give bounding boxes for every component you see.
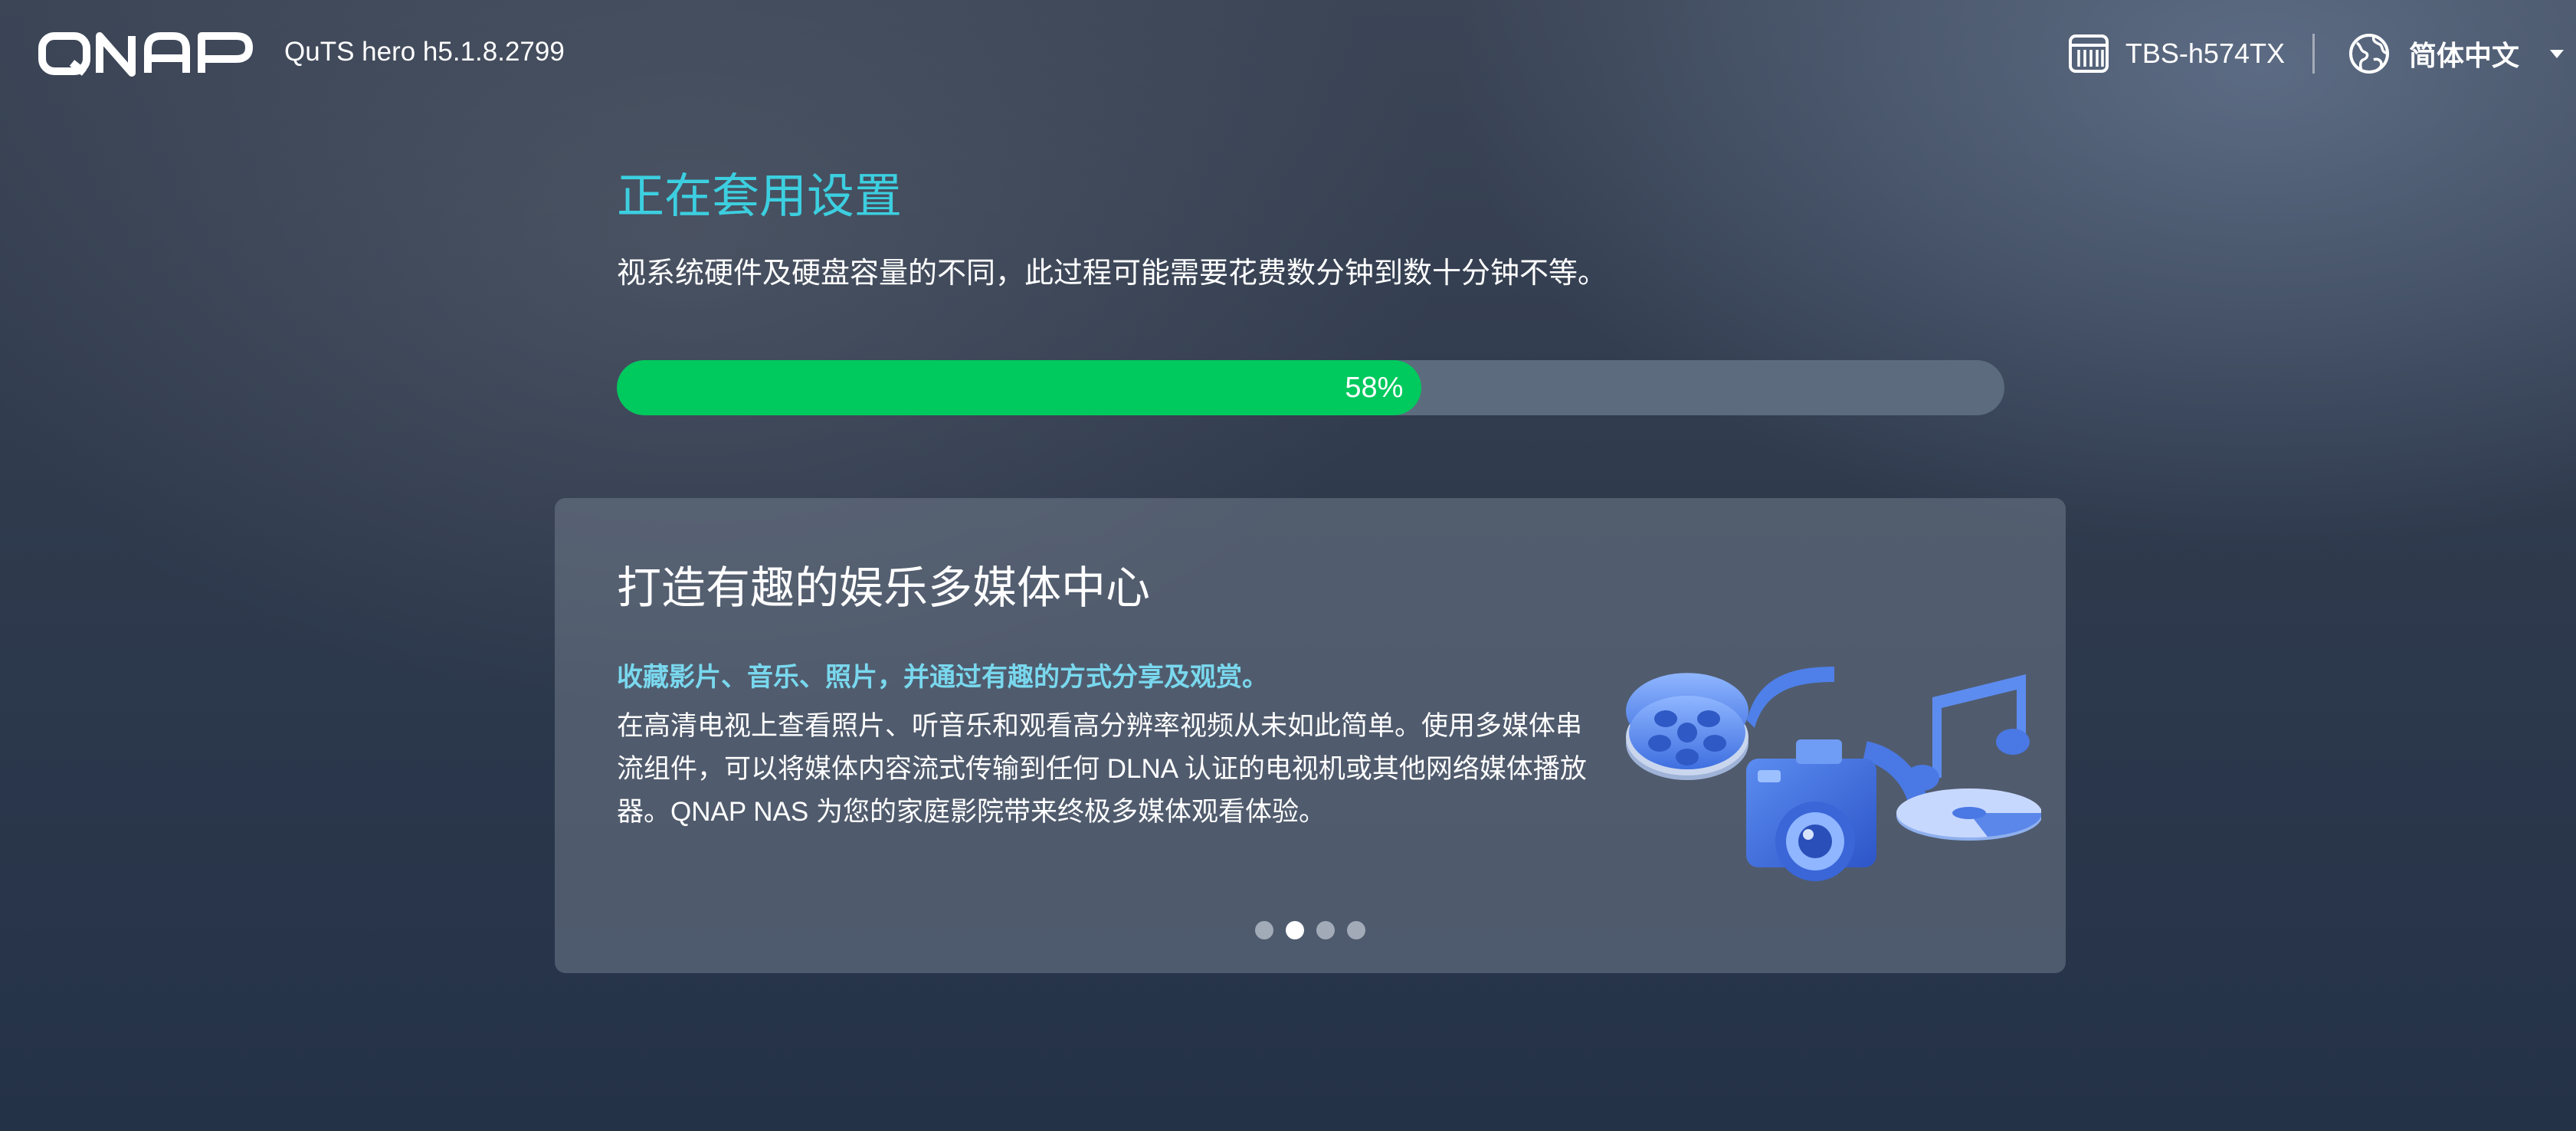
carousel-indicators	[555, 921, 2066, 939]
card-title: 打造有趣的娱乐多媒体中心	[617, 563, 1151, 613]
device-name: TBS-h574TX	[2125, 38, 2285, 69]
carousel-dot[interactable]	[1316, 921, 1335, 939]
globe-icon	[2349, 34, 2389, 74]
qnap-logo	[38, 32, 253, 77]
page-subtitle: 视系统硬件及硬盘容量的不同，此过程可能需要花费数分钟到数十分钟不等。	[617, 257, 1608, 290]
progress-bar: 58%	[617, 360, 2004, 415]
disc-icon	[1896, 788, 2041, 841]
carousel-dot[interactable]	[1286, 921, 1304, 939]
card-highlight: 收藏影片、音乐、照片，并通过有趣的方式分享及观赏。	[617, 663, 1268, 692]
language-label: 简体中文	[2409, 40, 2520, 71]
top-bar: QuTS hero h5.1.8.2799 TBS-h574TX 简体中文	[0, 0, 2576, 107]
multimedia-illustration	[1626, 667, 2041, 881]
language-selector[interactable]: 简体中文	[2348, 31, 2565, 77]
card-body: 在高清电视上查看照片、听音乐和观看高分辨率视频从未如此简单。使用多媒体串流组件，…	[617, 711, 1587, 827]
progress-percent: 58%	[1345, 372, 1404, 404]
firmware-version: QuTS hero h5.1.8.2799	[284, 37, 565, 67]
device-info: TBS-h574TX	[2067, 31, 2285, 77]
carousel-dot[interactable]	[1347, 921, 1365, 939]
feature-card: 打造有趣的娱乐多媒体中心 收藏影片、音乐、照片，并通过有趣的方式分享及观赏。 在…	[555, 498, 2066, 973]
carousel-dot[interactable]	[1255, 921, 1273, 939]
nas-device-icon	[2068, 34, 2109, 73]
caret-down-icon	[2550, 49, 2565, 58]
progress-fill: 58%	[617, 360, 1422, 415]
header-divider	[2312, 34, 2315, 74]
page-title: 正在套用设置	[617, 170, 903, 223]
camera-icon	[1746, 739, 1929, 881]
music-note-icon	[1906, 674, 2030, 791]
